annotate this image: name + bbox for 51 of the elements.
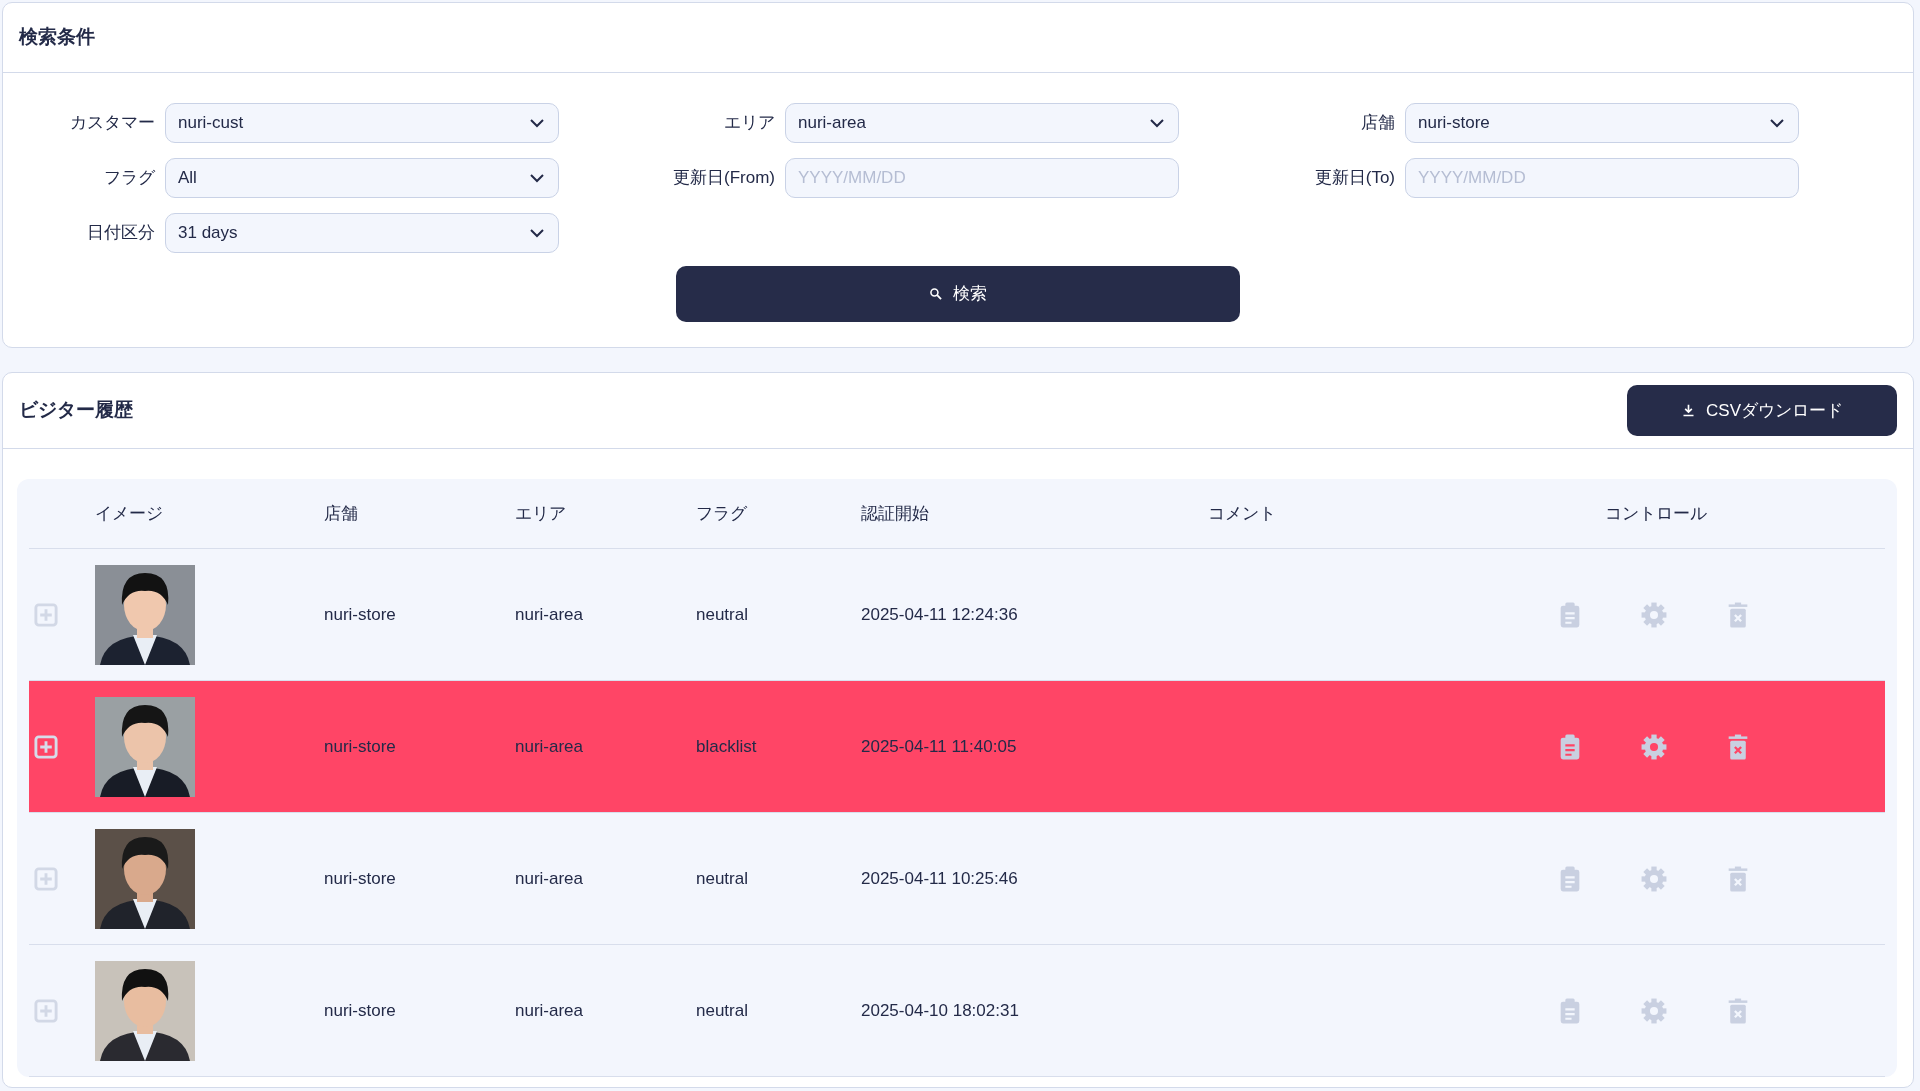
field-label: 更新日(From) [672, 167, 776, 190]
expand-icon[interactable] [33, 865, 59, 892]
search-button[interactable]: 検索 [676, 266, 1240, 322]
table-cell-text: 2025-04-11 12:24:36 [861, 603, 1019, 626]
table-cell-text: nuri-store [324, 867, 397, 890]
table-cell-text: neutral [696, 867, 749, 890]
table-cell-text: neutral [696, 603, 749, 626]
table-cell-text: blacklist [696, 735, 758, 758]
settings-icon[interactable] [1640, 864, 1668, 893]
panel-title: ビジター履歴 [19, 398, 133, 423]
column-header: 店舗 [324, 502, 359, 525]
csv-download-button[interactable]: CSVダウンロード [1627, 385, 1897, 436]
field-label: カスタマー [69, 112, 156, 135]
download-icon [1681, 403, 1696, 418]
select-field[interactable]: nuri-store [1405, 103, 1799, 143]
settings-icon[interactable] [1640, 732, 1668, 761]
field-label: 更新日(To) [1313, 167, 1396, 190]
settings-icon[interactable] [1640, 996, 1668, 1025]
table-cell-text: 2025-04-10 18:02:31 [861, 999, 1020, 1022]
search-icon [929, 287, 943, 301]
table-cell-text: nuri-store [324, 603, 397, 626]
table-cell-text: nuri-area [515, 735, 585, 758]
column-header: エリア [515, 502, 567, 525]
expand-icon[interactable] [33, 601, 59, 628]
settings-icon[interactable] [1640, 600, 1668, 629]
column-header: フラグ [696, 502, 748, 525]
select-field[interactable]: nuri-area [785, 103, 1179, 143]
expand-icon[interactable] [33, 997, 59, 1024]
field-label: 日付区分 [86, 222, 156, 245]
table-cell-text: nuri-store [324, 999, 397, 1022]
table-cell-text: nuri-area [515, 603, 585, 626]
table-cell-text: nuri-area [515, 867, 585, 890]
column-header: 認証開始 [861, 502, 930, 525]
select-field[interactable]: All [165, 158, 559, 198]
column-header: イメージ [95, 502, 164, 525]
table-cell-text: nuri-area [515, 999, 585, 1022]
date-field[interactable]: YYYY/MM/DD [1405, 158, 1799, 198]
column-header: コメント [1208, 502, 1277, 525]
table-cell-text: 2025-04-11 11:40:05 [861, 735, 1018, 758]
field-label: エリア [723, 112, 776, 135]
field-label: フラグ [103, 167, 156, 190]
field-label: 店舗 [1360, 112, 1396, 135]
column-header: コントロール [1604, 502, 1708, 525]
table-cell-text: nuri-store [324, 735, 397, 758]
table-cell-text: 2025-04-11 10:25:46 [861, 867, 1019, 890]
select-field[interactable]: nuri-cust [165, 103, 559, 143]
date-field[interactable]: YYYY/MM/DD [785, 158, 1179, 198]
panel-title: 検索条件 [19, 25, 95, 50]
table-cell-text: neutral [696, 999, 749, 1022]
select-field[interactable]: 31 days [165, 213, 559, 253]
expand-icon[interactable] [33, 733, 59, 760]
